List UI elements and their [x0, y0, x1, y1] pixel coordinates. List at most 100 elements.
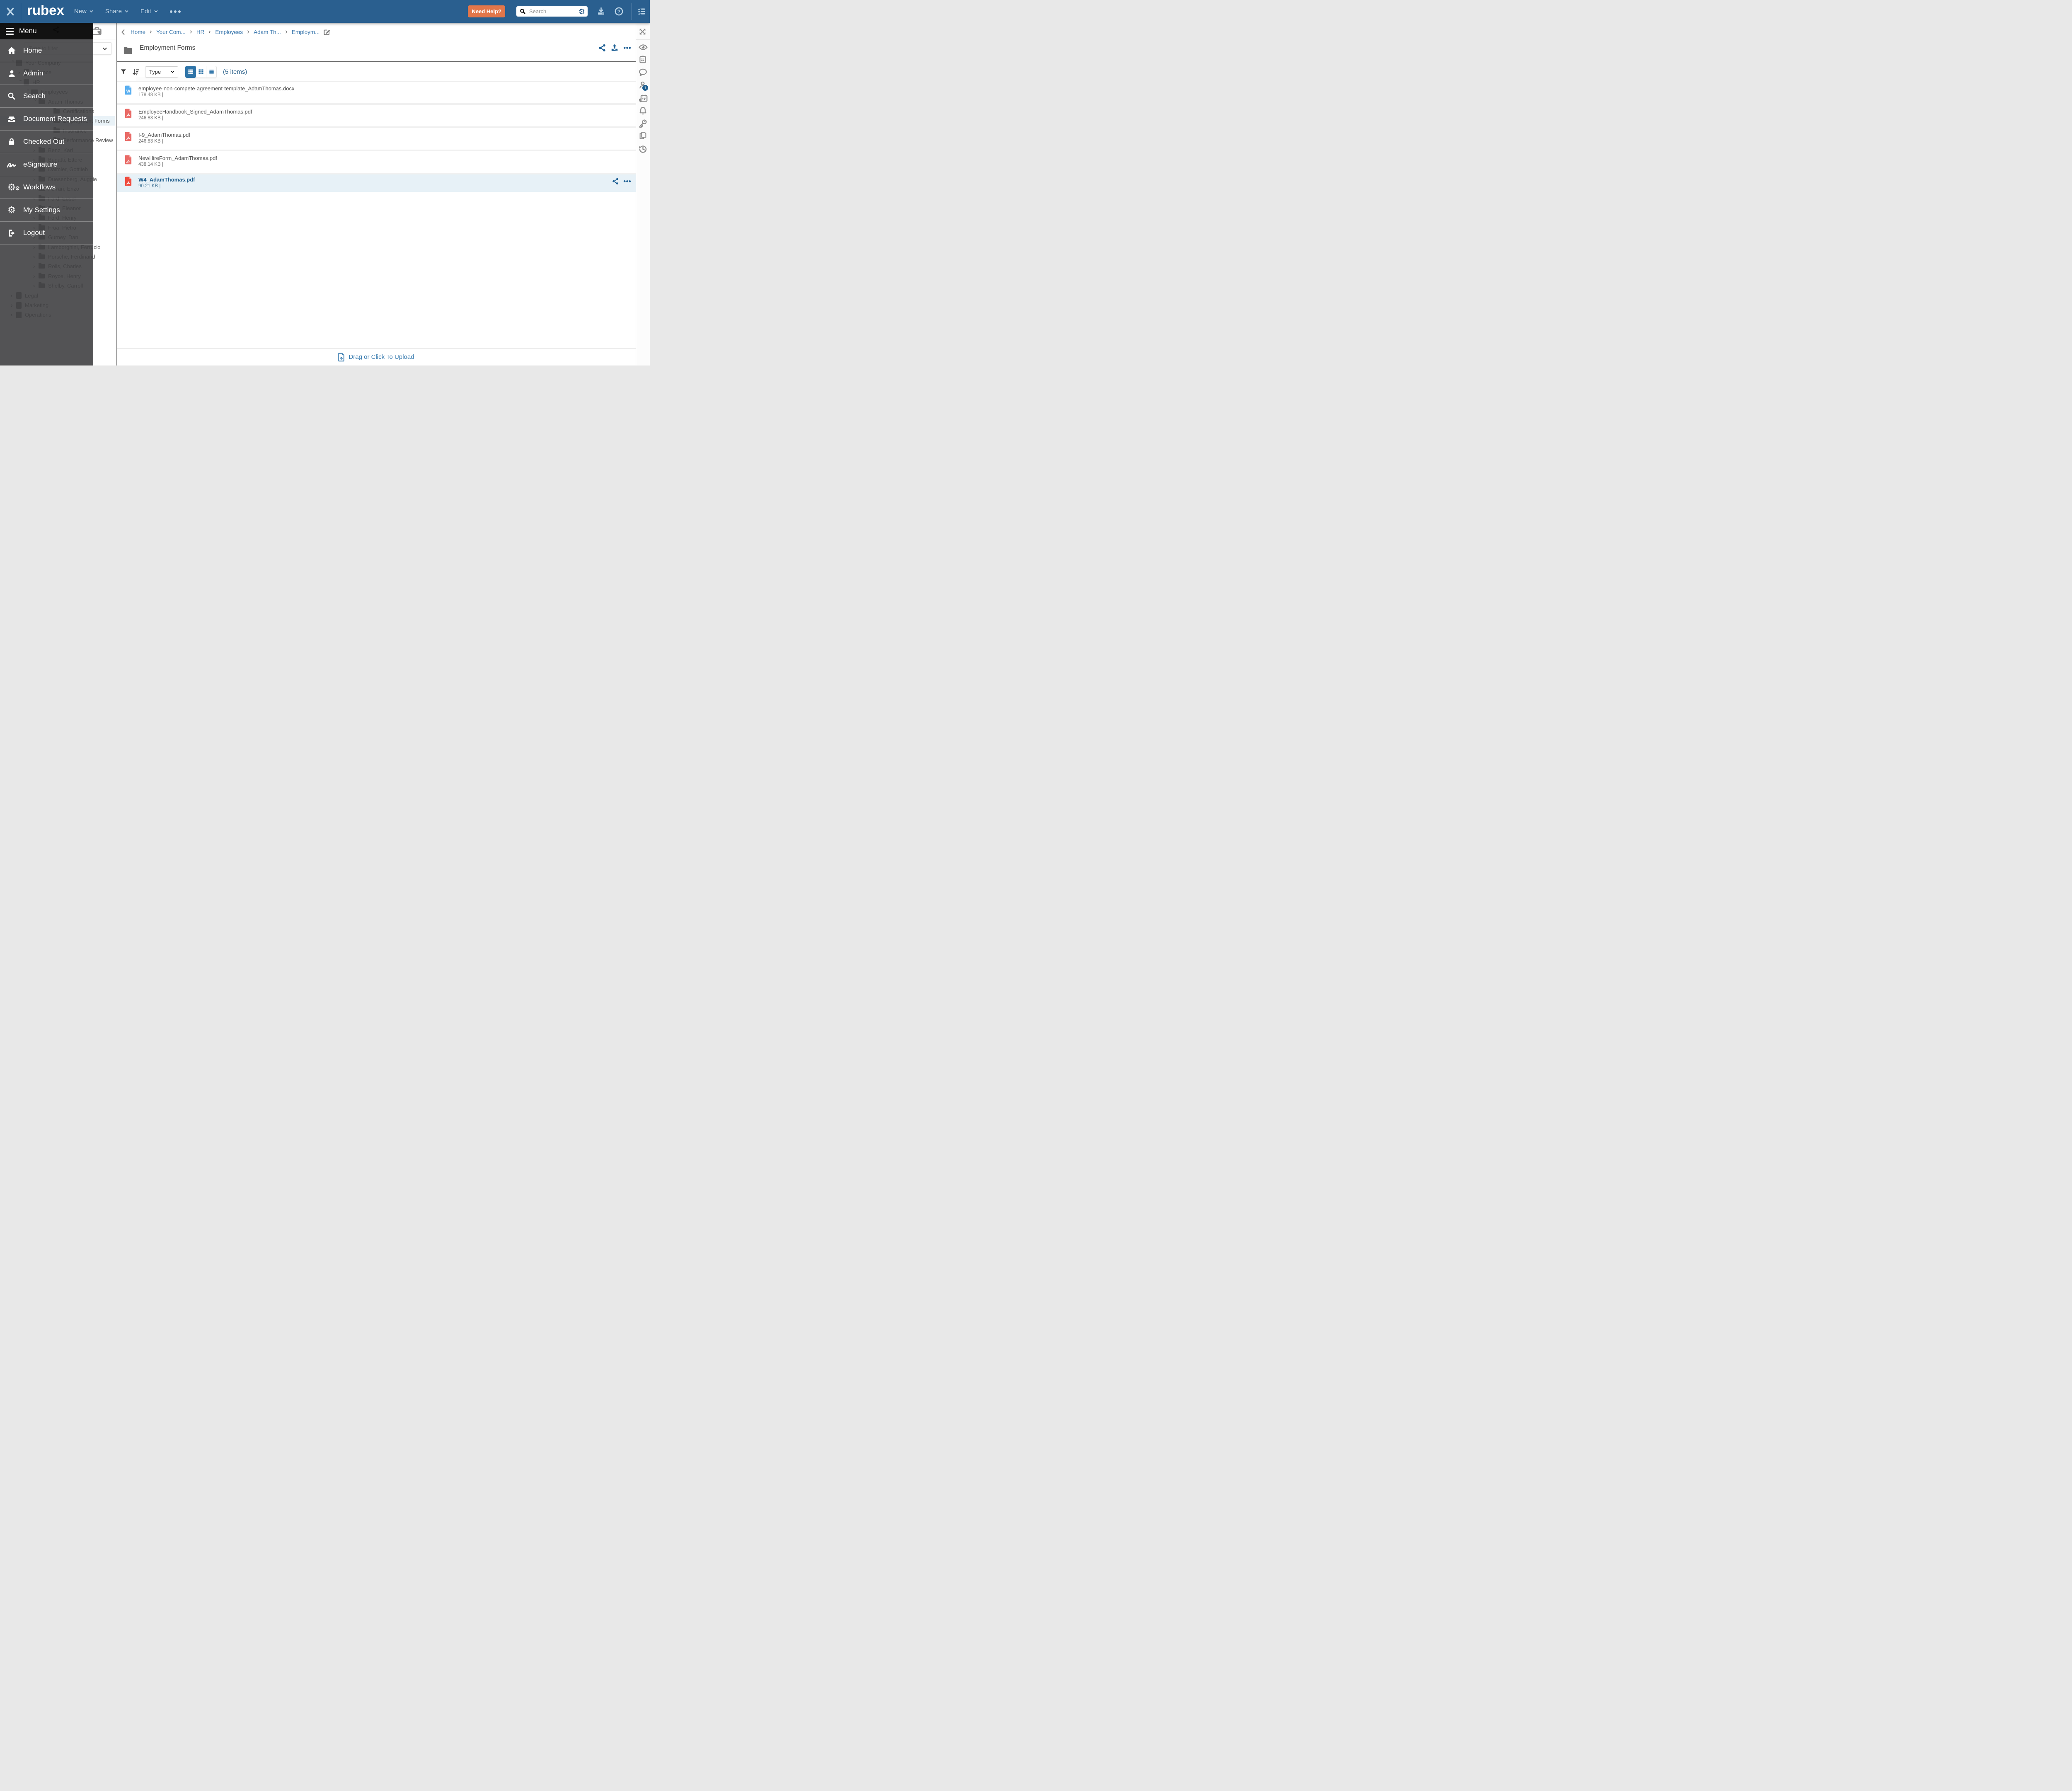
sidebar-item-label: Checked Out	[23, 138, 65, 145]
upload-icon[interactable]	[610, 44, 619, 52]
file-name: I-9_AdamThomas.pdf	[138, 132, 191, 138]
file-name: EmployeeHandbook_Signed_AdamThomas.pdf	[138, 109, 252, 115]
download-icon[interactable]	[597, 7, 605, 16]
breadcrumb-item[interactable]: Employm...	[292, 29, 320, 35]
sidebar-item-admin[interactable]: Admin	[0, 62, 93, 85]
detail-view-button[interactable]	[206, 65, 217, 78]
admin-icon	[0, 69, 23, 78]
navbar-right: Need Help? ⚙ ?	[468, 3, 650, 20]
sidebar-item-esignature[interactable]: eSignature	[0, 153, 93, 176]
chevron-right-icon	[284, 30, 288, 34]
file-size: 90.21 KB |	[138, 184, 161, 189]
file-row[interactable]: Wemployee-non-compete-agreement-template…	[116, 82, 636, 105]
word-file-icon: W	[124, 85, 132, 95]
key-icon[interactable]	[639, 119, 647, 128]
search-settings-gear-icon[interactable]: ⚙	[579, 8, 585, 15]
sidebar-item-logout[interactable]: Logout	[0, 222, 93, 244]
chevron-down-icon	[170, 70, 175, 74]
rubex-logo[interactable]: rubex	[27, 2, 64, 18]
search-icon	[0, 92, 23, 100]
sidebar-item-checked-out[interactable]: Checked Out	[0, 131, 93, 153]
navbar-menu-label: Share	[105, 8, 122, 15]
filter-icon[interactable]	[120, 68, 127, 75]
sidebar-item-label: Workflows	[23, 183, 56, 191]
file-name: NewHireForm_AdamThomas.pdf	[138, 155, 218, 161]
help-icon[interactable]: ?	[615, 7, 623, 16]
file-size: 438.14 KB |	[138, 162, 163, 167]
main-content: Home Your Com... HR Employees Adam Th... Empl…	[116, 23, 636, 365]
navbar-menus: New Share Edit	[74, 8, 158, 15]
bell-icon[interactable]	[639, 106, 647, 115]
breadcrumb-item[interactable]: Your Com...	[156, 29, 186, 35]
file-row[interactable]: I-9_AdamThomas.pdf 246.83 KB |	[116, 128, 636, 151]
file-size: 246.83 KB |	[138, 116, 163, 121]
sidebar-item-label: My Settings	[23, 206, 60, 214]
file-row[interactable]: EmployeeHandbook_Signed_AdamThomas.pdf 24…	[116, 105, 636, 128]
edit-breadcrumb-icon[interactable]	[323, 28, 331, 36]
more-menu-icon[interactable]	[169, 10, 181, 13]
notification-badge: 1	[642, 85, 648, 91]
need-help-button[interactable]: Need Help?	[468, 5, 505, 17]
search-box: ⚙	[516, 6, 588, 17]
file-row-selected[interactable]: W4_AdamThomas.pdf 90.21 KB |	[116, 174, 636, 192]
folder-title-row: Employment Forms	[123, 42, 195, 55]
breadcrumb-item[interactable]: HR	[196, 29, 205, 35]
chevron-right-icon	[208, 30, 212, 34]
share-icon[interactable]	[612, 178, 619, 185]
copy-icon[interactable]	[639, 131, 647, 140]
back-icon[interactable]	[120, 29, 126, 35]
upload-label: Drag or Click To Upload	[349, 353, 414, 361]
ellipsis-icon[interactable]	[623, 177, 631, 185]
retention-calendar-icon[interactable]	[639, 94, 648, 102]
clipboard-icon[interactable]	[639, 55, 647, 63]
sidebar-item-search[interactable]: Search	[0, 85, 93, 108]
search-input[interactable]	[528, 8, 576, 15]
breadcrumb-item[interactable]: Adam Th...	[254, 29, 281, 35]
upload-dropzone[interactable]: Drag or Click To Upload	[116, 348, 636, 365]
rubex-app: rubex NewShareEdit Need Help? ⚙ ? Type t…	[0, 0, 650, 365]
sidebar-item-my-settings[interactable]: ⚙ My Settings	[0, 199, 93, 222]
hamburger-icon[interactable]	[0, 27, 19, 35]
folder-actions	[598, 44, 631, 52]
sort-by-dropdown[interactable]: Type	[145, 66, 178, 77]
list-view-button[interactable]	[185, 65, 196, 78]
top-navbar: rubex New Share Edit Need Help? ⚙ ?	[0, 0, 650, 23]
page-title: Employment Forms	[140, 44, 196, 51]
rail-divider	[636, 39, 650, 40]
eye-icon[interactable]	[639, 43, 648, 51]
sidebar-item-label: Search	[23, 92, 46, 100]
sort-icon[interactable]	[132, 68, 139, 75]
grid-view-button[interactable]	[196, 65, 206, 78]
sidebar-item-workflows[interactable]: ⚙ ⚙ Workflows	[0, 176, 93, 199]
comment-icon[interactable]	[639, 68, 647, 76]
sidebar-item-document-requests[interactable]: Document Requests	[0, 108, 93, 131]
sidebar-item-home[interactable]: Home	[0, 39, 93, 62]
search-icon	[520, 8, 526, 15]
pdf-file-icon	[124, 155, 132, 165]
expand-icon[interactable]	[639, 28, 647, 36]
main-menu-overlay: Menu Home Admin Search Document Requests Che…	[0, 23, 93, 365]
navbar-menu-share[interactable]: Share	[105, 8, 129, 15]
navbar-menu-edit[interactable]: Edit	[140, 8, 158, 15]
navbar-menu-new[interactable]: New	[74, 8, 94, 15]
sidebar-item-label: Document Requests	[23, 115, 87, 123]
signature-icon	[0, 159, 23, 170]
header-divider	[116, 61, 636, 62]
breadcrumb-row: Home Your Com... HR Employees Adam Th... Empl…	[116, 27, 636, 37]
breadcrumb-item[interactable]: Home	[131, 29, 145, 35]
share-icon[interactable]	[598, 44, 606, 52]
breadcrumb-item[interactable]: Employees	[215, 29, 243, 35]
checklist-icon[interactable]	[638, 7, 646, 15]
file-name: employee-non-compete-agreement-template_…	[138, 85, 295, 92]
history-icon[interactable]	[639, 145, 647, 153]
close-icon[interactable]	[0, 0, 21, 23]
home-icon	[0, 46, 23, 55]
file-size: 246.83 KB |	[138, 139, 163, 144]
chevron-down-icon	[154, 9, 158, 14]
file-row[interactable]: NewHireForm_AdamThomas.pdf 438.14 KB |	[116, 151, 636, 174]
chevron-right-icon	[189, 30, 193, 34]
ellipsis-icon[interactable]	[623, 44, 631, 52]
menu-header: Menu	[0, 23, 93, 39]
gears-icon: ⚙ ⚙	[7, 182, 20, 192]
svg-text:W: W	[126, 90, 131, 94]
